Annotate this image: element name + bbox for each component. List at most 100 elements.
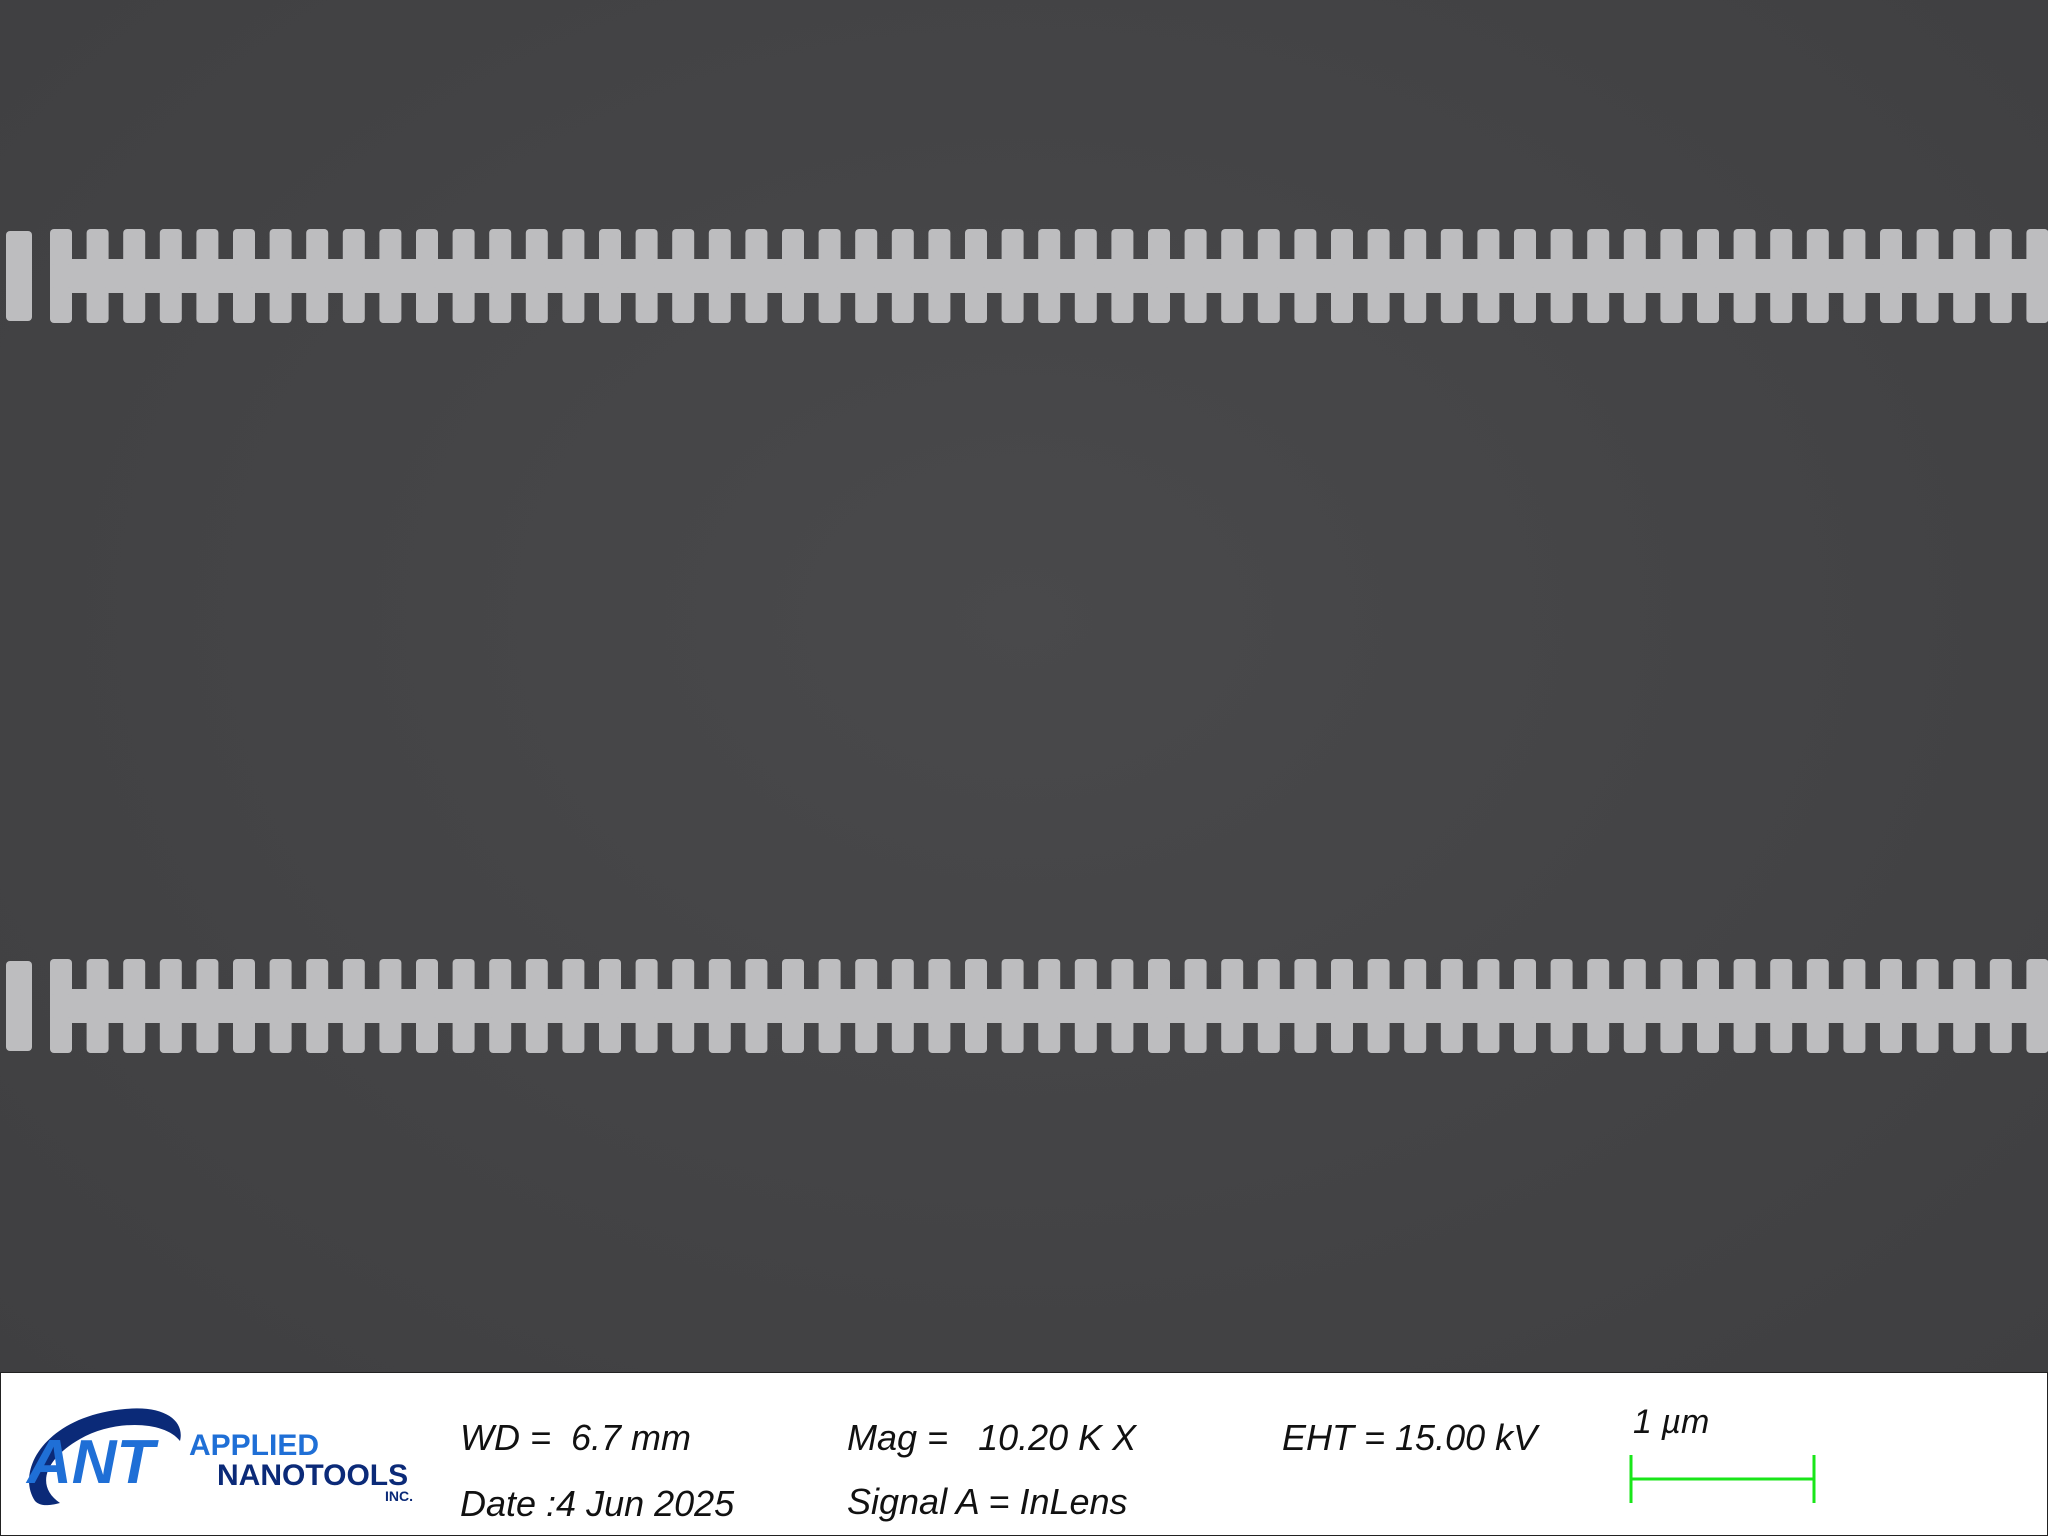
end-pad bbox=[6, 961, 32, 1051]
grating-tooth bbox=[1770, 959, 1793, 995]
grating-tooth bbox=[818, 1017, 841, 1053]
grating-tooth bbox=[269, 229, 292, 265]
grating-tooth bbox=[1770, 229, 1793, 265]
grating-tooth bbox=[1001, 229, 1024, 265]
grating-tooth bbox=[1074, 1017, 1097, 1053]
grating-tooth bbox=[1587, 1017, 1610, 1053]
grating-tooth bbox=[928, 229, 951, 265]
grating-tooth bbox=[489, 959, 512, 995]
grating-tooth bbox=[50, 229, 72, 265]
grating-tooth bbox=[1184, 229, 1207, 265]
grating-tooth bbox=[1038, 959, 1061, 995]
grating-tooth bbox=[1514, 287, 1536, 323]
grating-tooth bbox=[672, 287, 695, 323]
grating-tooth bbox=[525, 287, 548, 323]
grating-tooth bbox=[745, 959, 768, 995]
grating-tooth bbox=[1697, 1017, 1719, 1053]
magnification: Mag = 10.20 K X bbox=[847, 1417, 1137, 1458]
accelerating-voltage: EHT = 15.00 kV bbox=[1282, 1417, 1538, 1458]
grating-tooth bbox=[1916, 287, 1939, 323]
grating-tooth bbox=[1257, 287, 1280, 323]
grating-tooth bbox=[233, 1017, 255, 1053]
logo-mark: ANT bbox=[25, 1428, 160, 1497]
grating-tooth bbox=[1038, 287, 1061, 323]
grating-tooth bbox=[1257, 1017, 1280, 1053]
grating-tooth bbox=[50, 959, 72, 995]
logo-suffix: INC. bbox=[385, 1488, 413, 1504]
grating-tooth bbox=[672, 1017, 695, 1053]
grating-tooth bbox=[1953, 1017, 1976, 1053]
grating-tooth bbox=[1367, 229, 1390, 265]
applied-nanotools-logo: ANT APPLIED NANOTOOLS INC. bbox=[5, 1391, 425, 1521]
grating-tooth bbox=[342, 1017, 365, 1053]
grating-tooth bbox=[1221, 1017, 1244, 1053]
working-distance: WD = 6.7 mm bbox=[460, 1417, 692, 1458]
grating-tooth bbox=[782, 959, 804, 995]
grating-tooth bbox=[86, 287, 109, 323]
grating-tooth bbox=[1148, 229, 1170, 265]
grating-tooth bbox=[708, 287, 731, 323]
grating-tooth bbox=[1514, 959, 1536, 995]
grating-tooth bbox=[306, 229, 329, 265]
grating-tooth bbox=[562, 1017, 585, 1053]
grating-tooth bbox=[1550, 1017, 1573, 1053]
grating-tooth bbox=[123, 229, 146, 265]
grating-tooth bbox=[269, 287, 292, 323]
grating-tooth bbox=[233, 959, 255, 995]
grating-tooth bbox=[1367, 959, 1390, 995]
grating-tooth bbox=[1221, 959, 1244, 995]
grating-tooth bbox=[928, 959, 951, 995]
sem-grating-structures bbox=[6, 229, 2048, 1053]
logo-line1: APPLIED bbox=[189, 1429, 319, 1462]
grating-tooth bbox=[635, 959, 658, 995]
grating-tooth bbox=[379, 1017, 402, 1053]
grating-tooth bbox=[452, 1017, 475, 1053]
grating-tooth bbox=[1221, 229, 1244, 265]
grating-tooth bbox=[1331, 229, 1353, 265]
grating-tooth bbox=[1550, 287, 1573, 323]
grating-tooth bbox=[489, 229, 512, 265]
grating-tooth bbox=[1953, 959, 1976, 995]
grating-tooth bbox=[745, 287, 768, 323]
grating-tooth bbox=[1806, 959, 1829, 995]
grating-tooth bbox=[818, 959, 841, 995]
grating-tooth bbox=[416, 959, 438, 995]
grating-tooth bbox=[1257, 229, 1280, 265]
grating-tooth bbox=[599, 229, 621, 265]
grating-tooth bbox=[123, 287, 146, 323]
grating-tooth bbox=[891, 959, 914, 995]
grating-tooth bbox=[708, 1017, 731, 1053]
sem-info-bar: ANT APPLIED NANOTOOLS INC. WD = 6.7 mm D… bbox=[0, 1372, 2048, 1536]
grating-tooth bbox=[672, 959, 695, 995]
grating-tooth bbox=[818, 287, 841, 323]
grating-tooth bbox=[50, 1017, 72, 1053]
grating-tooth bbox=[635, 229, 658, 265]
grating-tooth bbox=[379, 229, 402, 265]
grating-tooth bbox=[525, 229, 548, 265]
grating-tooth bbox=[1806, 287, 1829, 323]
grating-tooth bbox=[1733, 287, 1756, 323]
end-pad bbox=[6, 231, 32, 321]
grating-tooth bbox=[965, 287, 987, 323]
grating-tooth bbox=[1477, 287, 1500, 323]
grating-tooth bbox=[1843, 229, 1866, 265]
grating-tooth bbox=[855, 959, 878, 995]
grating-tooth bbox=[159, 1017, 182, 1053]
grating-tooth bbox=[562, 959, 585, 995]
grating-tooth bbox=[196, 1017, 219, 1053]
grating-tooth bbox=[965, 959, 987, 995]
grating-tooth bbox=[1404, 1017, 1427, 1053]
grating-tooth bbox=[1843, 959, 1866, 995]
grating-tooth bbox=[1770, 287, 1793, 323]
grating-tooth bbox=[1806, 1017, 1829, 1053]
grating-tooth bbox=[452, 959, 475, 995]
grating-tooth bbox=[2026, 287, 2048, 323]
grating-tooth bbox=[1111, 229, 1134, 265]
grating-tooth bbox=[599, 1017, 621, 1053]
grating-tooth bbox=[233, 229, 255, 265]
grating-tooth bbox=[269, 1017, 292, 1053]
grating-tooth bbox=[891, 287, 914, 323]
grating-tooth bbox=[1880, 287, 1902, 323]
grating-tooth bbox=[1074, 287, 1097, 323]
grating-tooth bbox=[891, 1017, 914, 1053]
